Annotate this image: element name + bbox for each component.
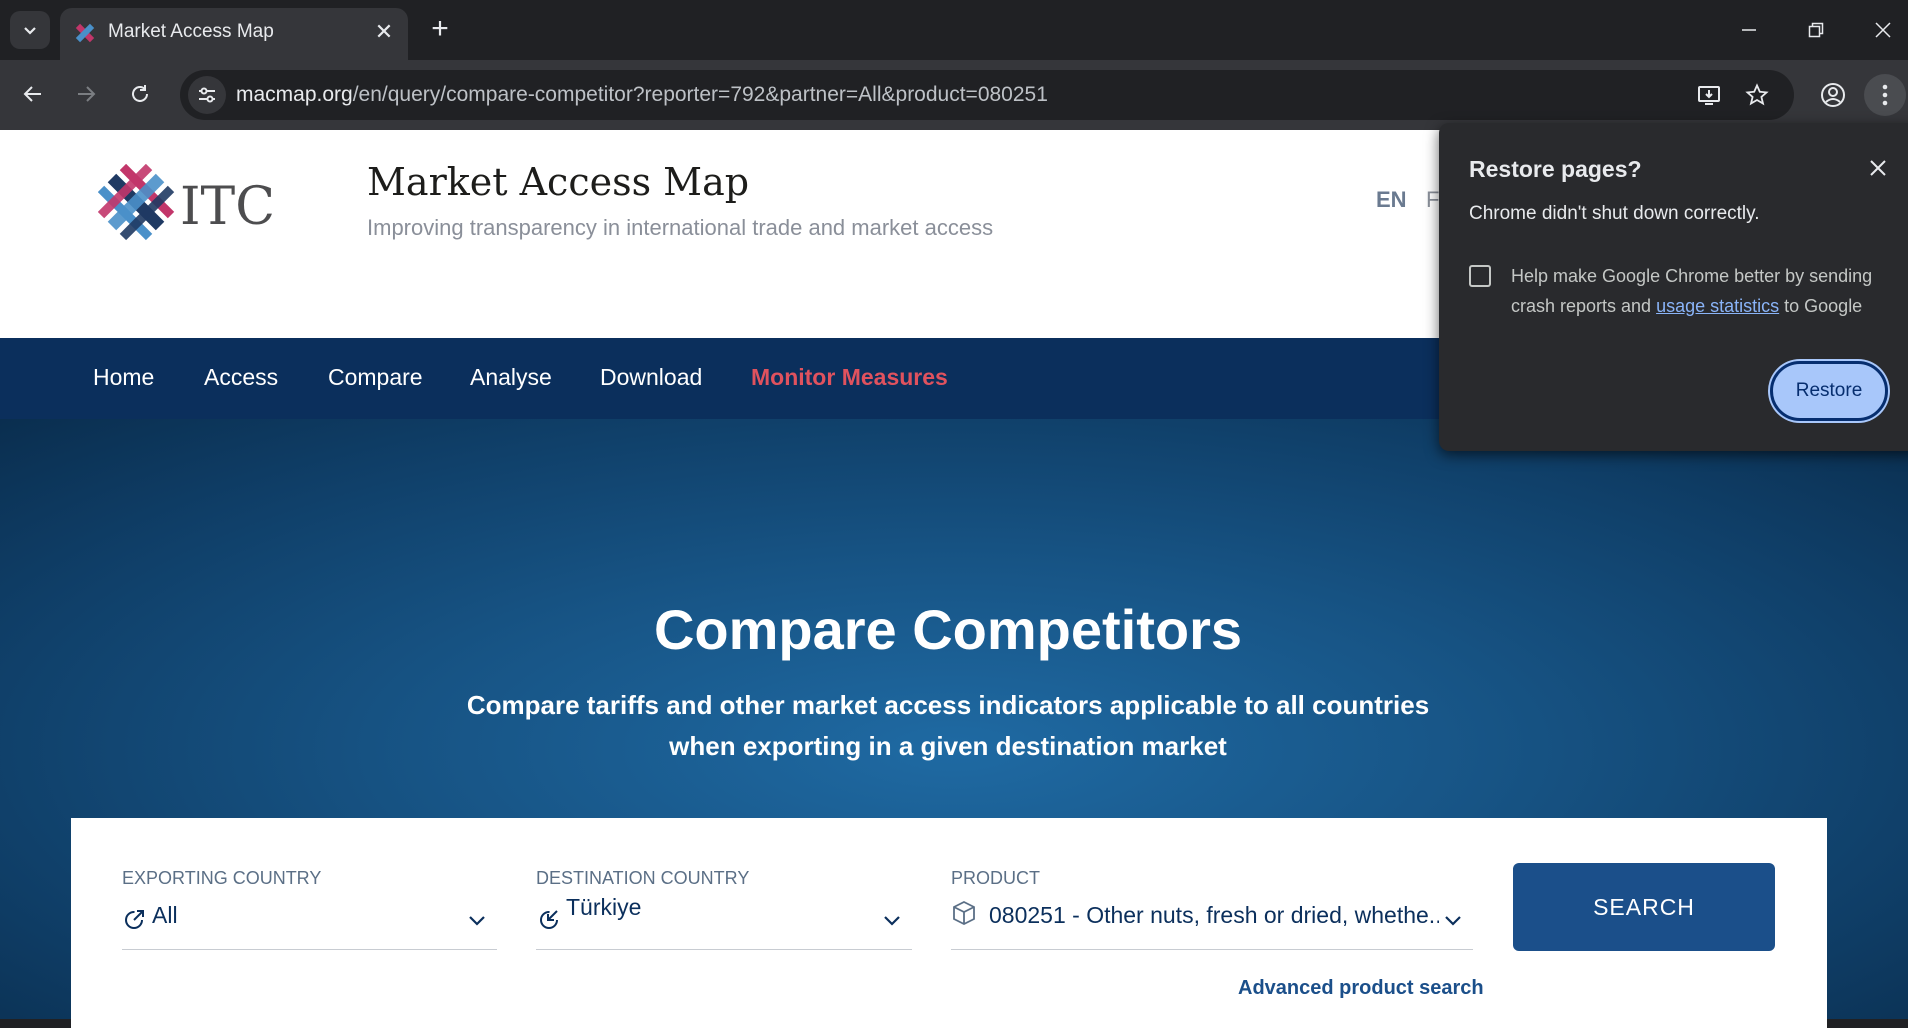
- back-button[interactable]: [13, 74, 53, 114]
- itc-logo[interactable]: ITC: [97, 163, 288, 244]
- chevron-down-icon: [884, 916, 900, 926]
- hero-description-line-1: Compare tariffs and other market access …: [466, 690, 1430, 720]
- minimize-icon: [1742, 29, 1756, 31]
- nav-analyse[interactable]: Analyse: [470, 364, 552, 391]
- profile-icon: [1821, 83, 1845, 107]
- url-host: macmap.org: [236, 83, 353, 106]
- star-icon: [1745, 83, 1769, 106]
- chevron-down-icon: [469, 916, 485, 926]
- search-button[interactable]: SEARCH: [1513, 863, 1775, 951]
- import-arrow-icon: [540, 910, 558, 929]
- language-en[interactable]: EN: [1376, 187, 1407, 213]
- restore-button[interactable]: Restore: [1770, 361, 1888, 421]
- install-app-icon: [1698, 86, 1720, 105]
- nav-monitor-measures[interactable]: Monitor Measures: [751, 364, 948, 391]
- crash-reports-label: Help make Google Chrome better by sendin…: [1511, 261, 1891, 321]
- product-value: 080251 - Other nuts, fresh or dried, whe…: [989, 902, 1439, 928]
- close-icon: [1875, 22, 1891, 38]
- itc-logo-text: ITC: [180, 177, 275, 237]
- new-tab-button[interactable]: +: [424, 14, 456, 46]
- nav-access[interactable]: Access: [204, 364, 278, 391]
- url-text: macmap.org/en/query/compare-competitor?r…: [236, 83, 1048, 107]
- tune-icon: [199, 87, 215, 103]
- address-bar[interactable]: macmap.org/en/query/compare-competitor?r…: [180, 70, 1794, 120]
- tab-title: Market Access Map: [108, 21, 274, 42]
- crash-reports-checkbox[interactable]: [1469, 265, 1491, 287]
- site-info-button[interactable]: [188, 76, 226, 114]
- site-subtitle: Improving transparency in international …: [367, 215, 994, 240]
- product-select[interactable]: PRODUCT 080251 - Other nuts, fresh or dr…: [951, 868, 1473, 950]
- restore-window-icon: [1808, 22, 1824, 38]
- browser-tab-strip: Market Access Map ✕ +: [0, 0, 1908, 60]
- advanced-product-search-link[interactable]: Advanced product search: [1238, 977, 1484, 1000]
- more-vert-icon: [1882, 84, 1888, 106]
- usage-statistics-link[interactable]: usage statistics: [1656, 296, 1779, 316]
- minimize-button[interactable]: [1724, 10, 1774, 50]
- hero-description: Compare tariffs and other market access …: [454, 685, 1442, 767]
- browser-toolbar: macmap.org/en/query/compare-competitor?r…: [0, 60, 1908, 130]
- restore-pages-dialog: Restore pages? Chrome didn't shut down c…: [1439, 123, 1908, 451]
- chevron-down-icon: [24, 27, 36, 35]
- restore-dialog-title: Restore pages?: [1469, 156, 1642, 182]
- hero-description-line-2: when exporting in a given destination ma…: [669, 731, 1227, 761]
- arrow-right-icon: [78, 86, 96, 102]
- close-window-button[interactable]: [1858, 10, 1908, 50]
- restore-window-button[interactable]: [1791, 10, 1841, 50]
- close-icon[interactable]: [1865, 155, 1891, 181]
- bookmark-button[interactable]: [1742, 80, 1772, 110]
- tab-search-button[interactable]: [10, 11, 50, 49]
- profile-button[interactable]: [1812, 74, 1854, 116]
- nav-compare[interactable]: Compare: [328, 364, 423, 391]
- search-form: EXPORTING COUNTRY All DESTINATION COUNTR…: [71, 818, 1827, 1028]
- destination-country-value: Türkiye: [566, 894, 642, 920]
- chrome-menu-button[interactable]: [1864, 74, 1906, 116]
- nav-home[interactable]: Home: [93, 364, 154, 391]
- site-title: Market Access Map: [367, 160, 750, 204]
- itc-logo-mark-icon: ITC: [97, 163, 275, 241]
- exporting-country-label: EXPORTING COUNTRY: [122, 868, 322, 888]
- exporting-country-select[interactable]: EXPORTING COUNTRY All: [122, 868, 497, 950]
- chevron-down-icon: [1445, 916, 1461, 926]
- nav-download[interactable]: Download: [600, 364, 702, 391]
- arrow-left-icon: [23, 86, 41, 102]
- crash-reports-text-end: to Google: [1779, 296, 1863, 316]
- destination-country-select[interactable]: DESTINATION COUNTRY Türkiye: [536, 868, 912, 950]
- forward-button[interactable]: [66, 74, 106, 114]
- product-label: PRODUCT: [951, 868, 1040, 888]
- itc-favicon-icon: [75, 23, 95, 43]
- hero-title: Compare Competitors: [653, 598, 1243, 661]
- language-fr[interactable]: F: [1426, 187, 1439, 213]
- tab-close-icon[interactable]: ✕: [372, 20, 396, 44]
- install-app-button[interactable]: [1694, 80, 1724, 110]
- export-arrow-icon: [125, 910, 144, 929]
- package-cube-icon: [953, 900, 975, 926]
- browser-tab-active[interactable]: Market Access Map ✕: [60, 8, 408, 60]
- destination-country-label: DESTINATION COUNTRY: [536, 868, 750, 888]
- exporting-country-value: All: [152, 902, 178, 928]
- url-path: /en/query/compare-competitor?reporter=79…: [352, 83, 1048, 106]
- reload-icon: [132, 85, 148, 102]
- restore-dialog-message: Chrome didn't shut down correctly.: [1469, 203, 1760, 224]
- reload-button[interactable]: [120, 74, 160, 114]
